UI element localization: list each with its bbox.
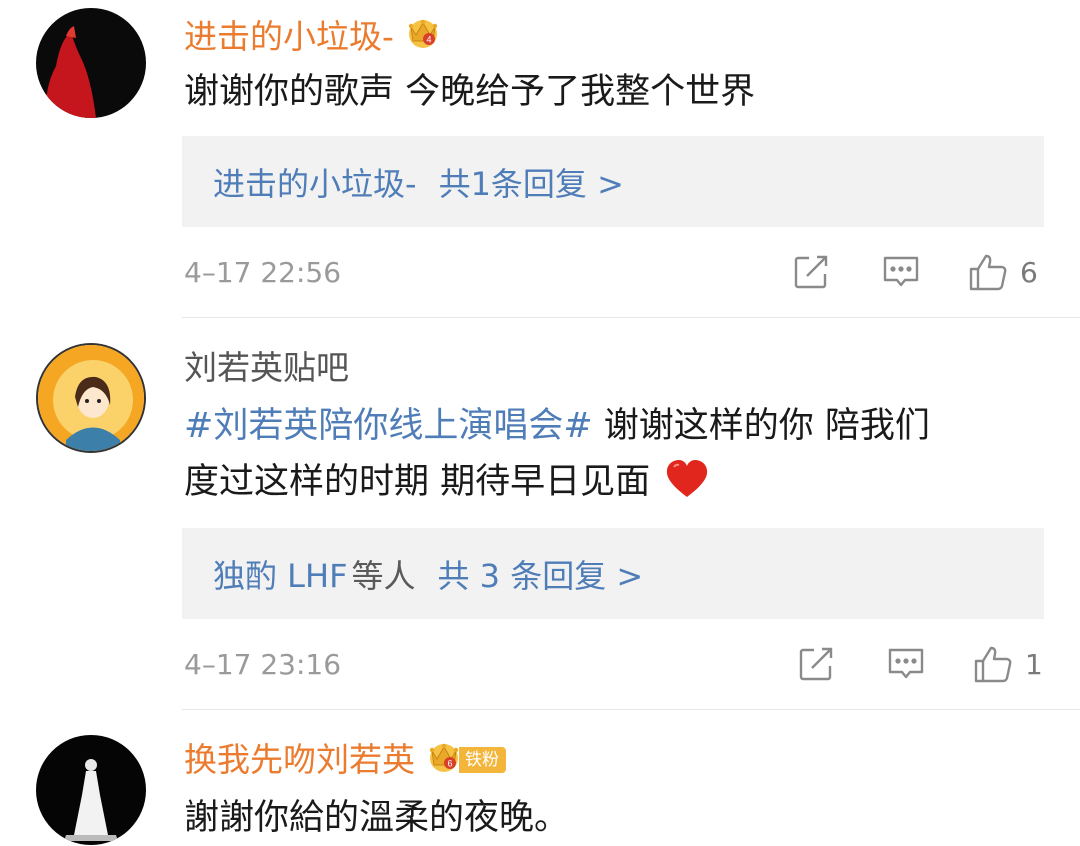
fan-badge-label: 铁粉	[459, 747, 506, 773]
thumb-up-icon	[973, 644, 1013, 684]
thumb-up-icon	[968, 252, 1008, 292]
timestamp: 4–17 22:56	[184, 256, 342, 289]
heart-emoji	[665, 454, 709, 510]
comment-line: 度过这样的时期 期待早日见面	[184, 454, 1034, 510]
reply-count-link[interactable]: 共 3 条回复 >	[438, 551, 644, 597]
share-icon	[793, 254, 829, 290]
share-button[interactable]	[793, 254, 829, 290]
comment-text-part: 度过这样的时期 期待早日见面	[184, 462, 662, 502]
like-button[interactable]: 6	[968, 252, 1038, 292]
comment-item: 换我先吻刘若英 6 铁粉 謝謝你給的溫柔的夜晚。	[0, 710, 1080, 846]
crown-vip-icon[interactable]: 4	[404, 13, 442, 60]
crown-vip-icon: 6	[425, 737, 463, 784]
like-count: 6	[1020, 255, 1038, 289]
fan-badge[interactable]: 6 铁粉	[425, 741, 506, 779]
avatar[interactable]	[36, 735, 146, 845]
share-icon	[798, 646, 834, 682]
comment-item: 刘若英贴吧 #刘若英陪你线上演唱会# 谢谢这样的你 陪我们 度过这样的时期 期待…	[0, 318, 1080, 710]
username-text[interactable]: 进击的小垃圾-	[184, 17, 394, 57]
reply-count-link[interactable]: 共1条回复 >	[439, 159, 624, 205]
comment-text: 谢谢你的歌声 今晚给予了我整个世界	[184, 72, 756, 112]
timestamp: 4–17 23:16	[184, 648, 342, 681]
comment-icon	[882, 254, 920, 290]
svg-text:6: 6	[447, 758, 452, 768]
comment-line: #刘若英陪你线上演唱会# 谢谢这样的你 陪我们	[184, 398, 1034, 454]
comment-text: 謝謝你給的溫柔的夜晚。	[184, 798, 570, 838]
comment-button[interactable]	[887, 646, 925, 682]
svg-text:4: 4	[426, 35, 431, 45]
reply-author[interactable]: 进击的小垃圾-	[213, 159, 417, 205]
reply-summary[interactable]: 进击的小垃圾- 共1条回复 >	[182, 136, 1044, 227]
like-button[interactable]: 1	[973, 644, 1043, 684]
reply-summary[interactable]: 独酌 LHF 等人 共 3 条回复 >	[182, 528, 1044, 619]
hashtag-link[interactable]: #刘若英陪你线上演唱会#	[184, 406, 593, 446]
reply-author[interactable]: 独酌 LHF	[213, 551, 347, 597]
comment-icon	[887, 646, 925, 682]
comment-button[interactable]	[882, 254, 920, 290]
comment-text-part: 谢谢这样的你 陪我们	[592, 406, 930, 446]
avatar[interactable]	[36, 8, 146, 118]
comment-text: #刘若英陪你线上演唱会# 谢谢这样的你 陪我们 度过这样的时期 期待早日见面	[184, 398, 1034, 510]
share-button[interactable]	[798, 646, 834, 682]
username[interactable]: 刘若英贴吧	[184, 348, 349, 388]
username-text[interactable]: 刘若英贴吧	[184, 348, 349, 388]
comment-item: 进击的小垃圾- 4 谢谢你的歌声 今晚给予了我整个世界 进击的小垃圾- 共1条回…	[0, 0, 1080, 318]
reply-author-suffix: 等人	[351, 556, 416, 595]
username-text[interactable]: 换我先吻刘若英	[184, 740, 415, 780]
username[interactable]: 换我先吻刘若英 6 铁粉	[184, 740, 506, 780]
like-count: 1	[1025, 647, 1043, 681]
avatar[interactable]	[36, 343, 146, 453]
username[interactable]: 进击的小垃圾- 4	[184, 13, 442, 60]
